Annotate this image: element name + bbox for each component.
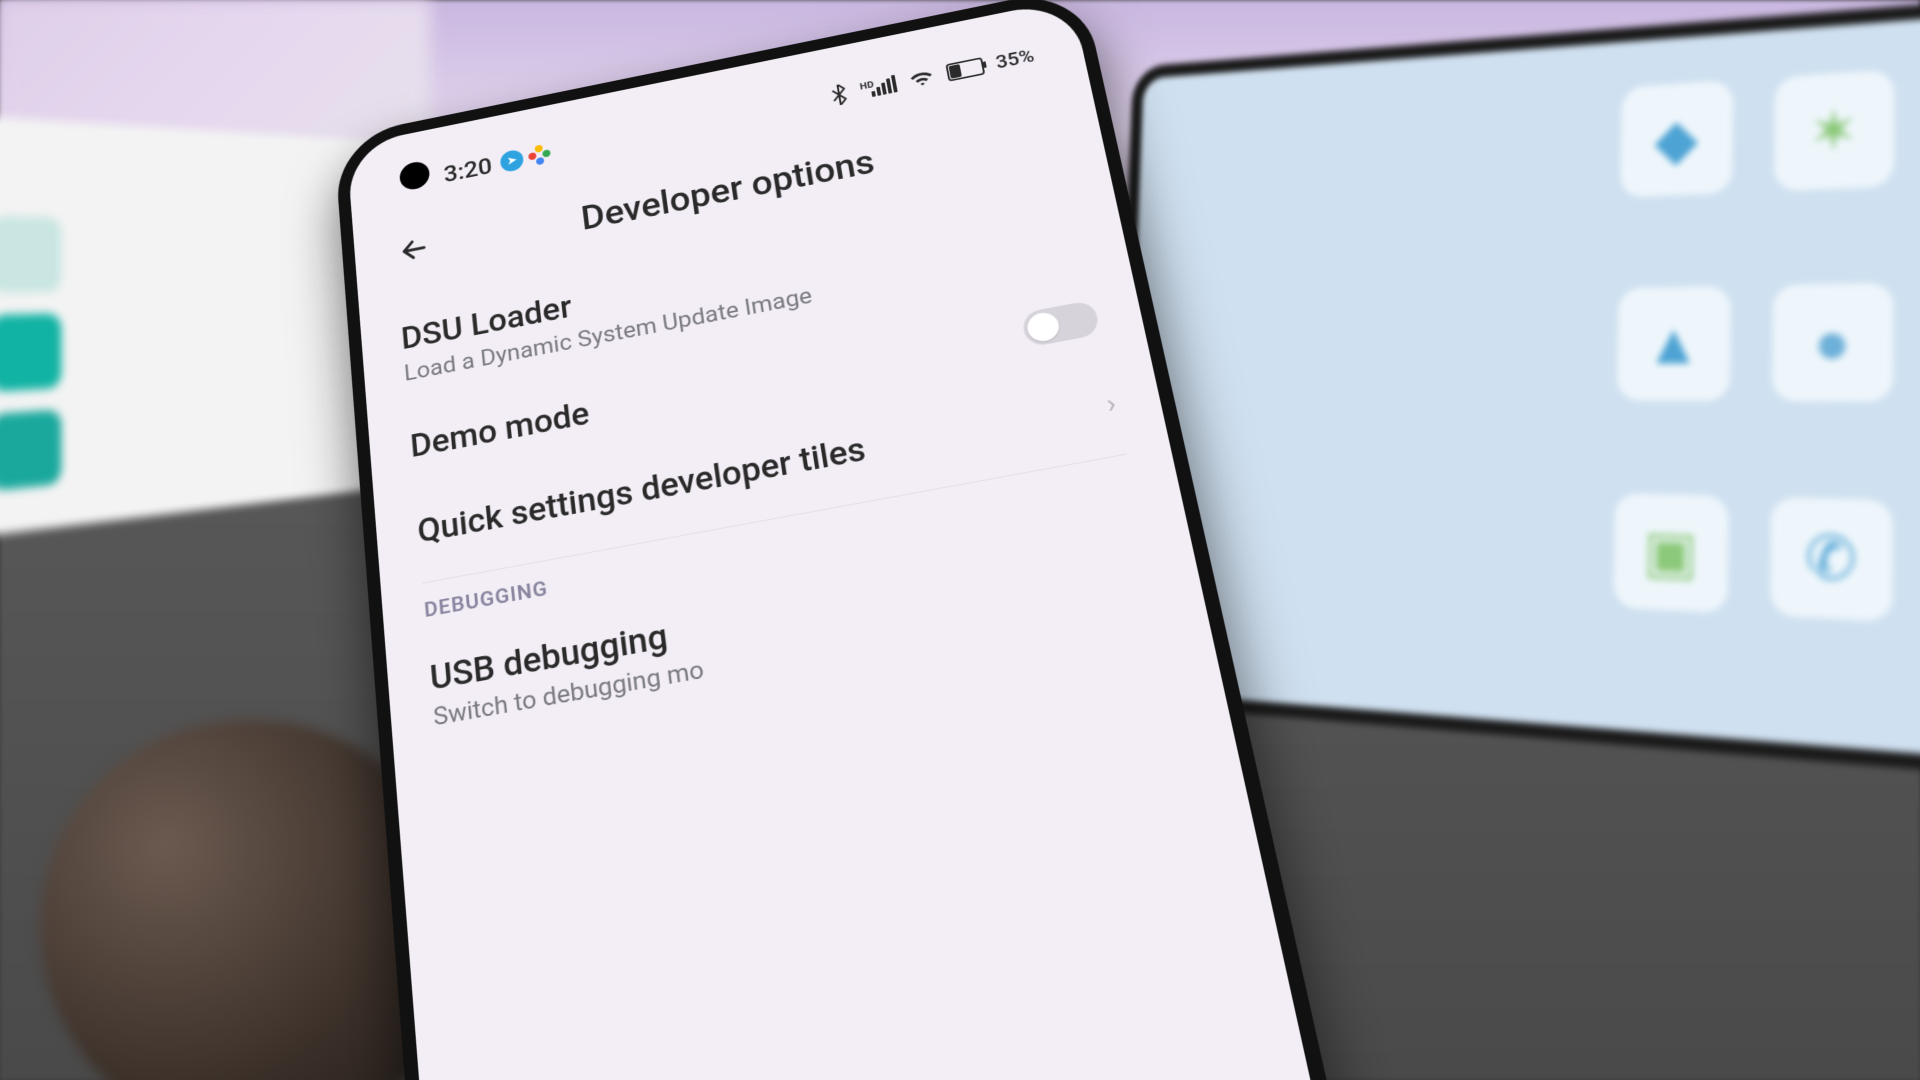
- battery-percent: 35%: [994, 46, 1036, 73]
- google-photos-icon: [527, 143, 552, 168]
- battery-icon: [945, 57, 985, 82]
- status-time: 3:20: [442, 152, 493, 187]
- bg-app-icon: ▣: [1613, 493, 1728, 613]
- bluetooth-icon: [828, 83, 850, 107]
- bg-app-icon: ✆: [1770, 497, 1893, 622]
- bg-app-icon: ✶: [1774, 70, 1894, 192]
- demo-mode-toggle[interactable]: [1020, 300, 1100, 348]
- wifi-icon: [907, 67, 936, 89]
- bg-app-icon: ▲: [1617, 286, 1731, 401]
- bg-app-icon: ●: [1772, 283, 1893, 402]
- telegram-icon: ➤: [499, 148, 524, 173]
- signal-icon: HD: [859, 75, 897, 99]
- setting-title: Demo mode: [409, 395, 591, 465]
- bg-app-icon: ◆: [1620, 80, 1733, 197]
- chevron-right-icon: ›: [1103, 387, 1118, 420]
